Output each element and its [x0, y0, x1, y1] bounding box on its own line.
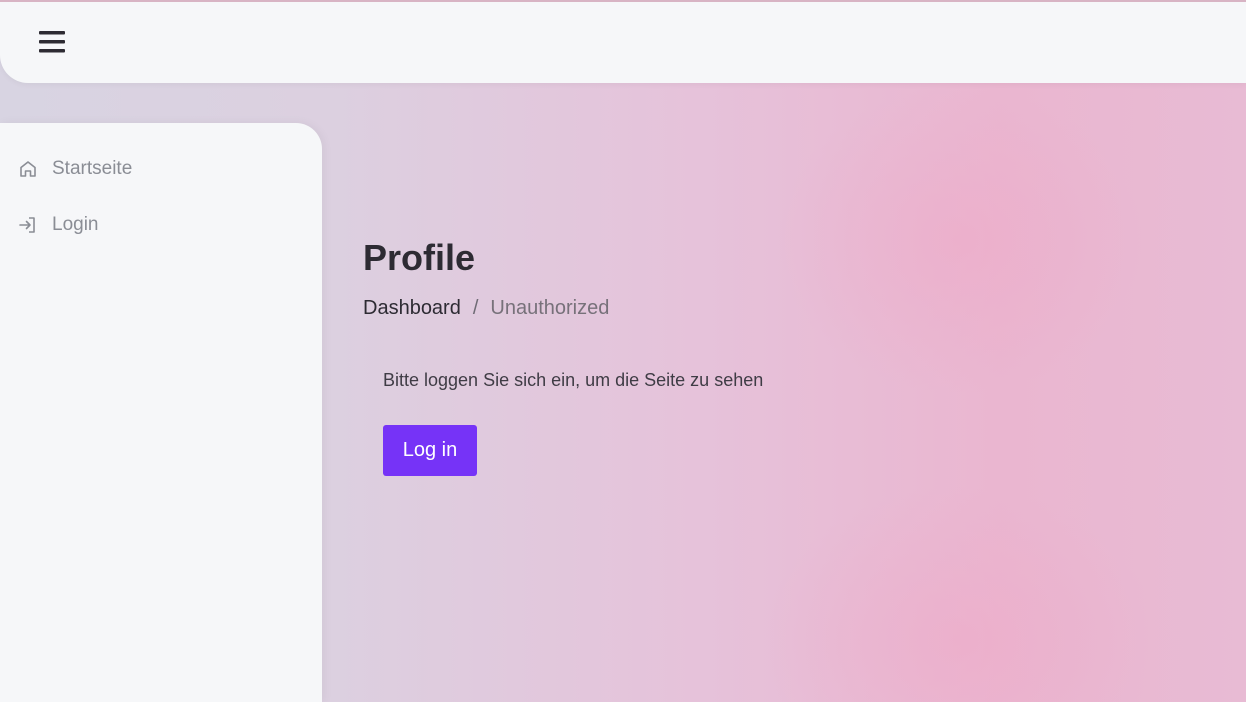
- sidebar-item-startseite[interactable]: Startseite: [18, 154, 132, 184]
- login-arrow-icon: [18, 215, 38, 235]
- breadcrumb-dashboard-link[interactable]: Dashboard: [363, 297, 461, 320]
- top-bar: [0, 0, 1246, 83]
- login-required-message: Bitte loggen Sie sich ein, um die Seite …: [383, 370, 764, 390]
- breadcrumb-separator: /: [472, 297, 479, 319]
- home-icon: [18, 159, 38, 179]
- breadcrumb: Dashboard / Unauthorized: [363, 297, 609, 320]
- sidebar-item-label: Login: [52, 214, 99, 235]
- page-title: Profile: [363, 237, 476, 278]
- sidebar-item-login[interactable]: Login: [18, 210, 99, 240]
- menu-toggle-button[interactable]: [34, 26, 70, 58]
- sidebar-item-label: Startseite: [52, 158, 133, 179]
- login-button[interactable]: Log in: [383, 425, 477, 476]
- main-header: Profile Dashboard / Unauthorized: [363, 230, 609, 320]
- breadcrumb-current: Unauthorized: [490, 297, 610, 319]
- hamburger-menu-icon: [39, 31, 65, 53]
- sidebar: Startseite Login: [0, 123, 322, 702]
